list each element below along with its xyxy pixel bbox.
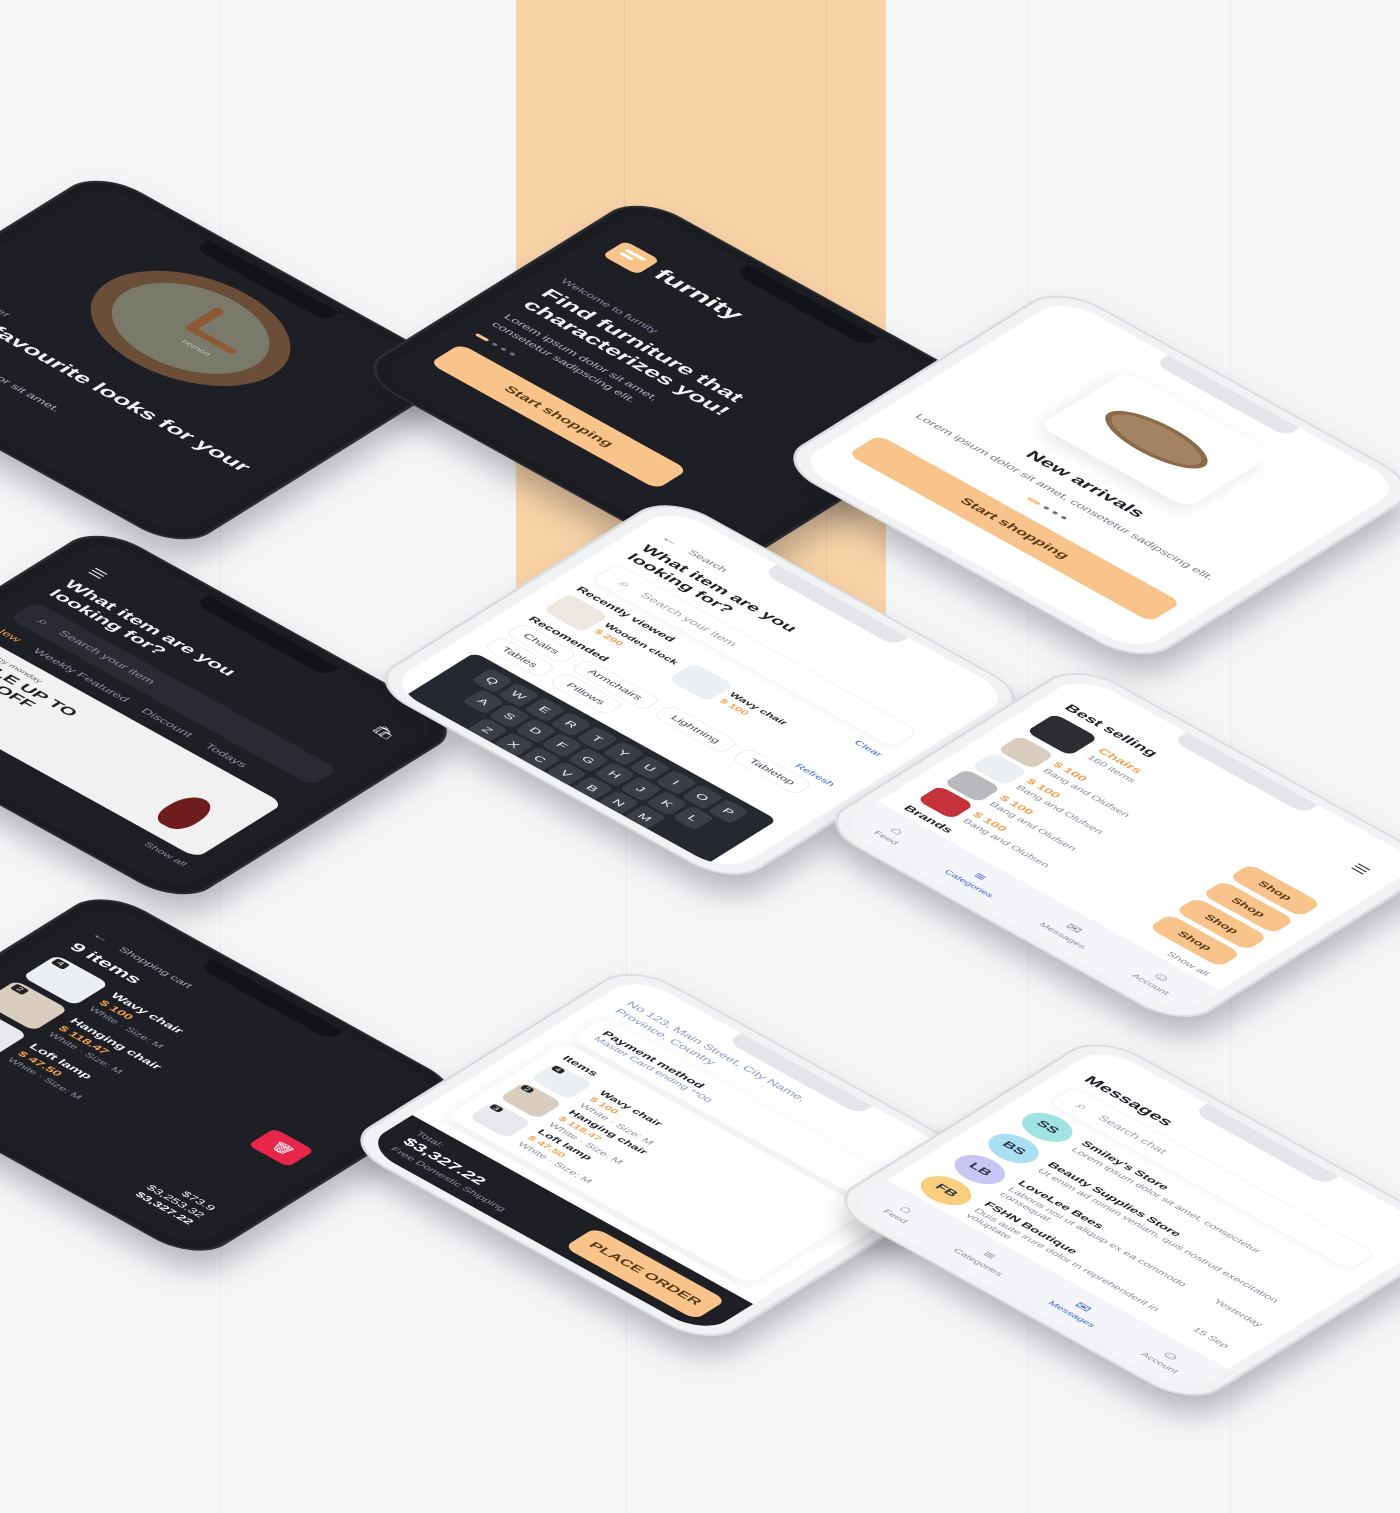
nav-account[interactable]: ☺ Account <box>1129 964 1185 996</box>
phone-cart: ← Shopping cart 9 items 4 Wavy chair $ 10… <box>0 887 471 1263</box>
phone-messages: Messages ⌕ Search chat SS Smiley's Store L… <box>824 1032 1400 1408</box>
nav-feed[interactable]: ⌂ Feed <box>881 1200 924 1225</box>
search-icon: ⌕ <box>33 615 54 628</box>
brand-name: furnity <box>648 266 749 324</box>
trash-icon: 🗑 <box>266 1139 299 1158</box>
cart-icon[interactable]: 🛍 <box>368 723 400 741</box>
back-arrow-icon[interactable]: ← <box>87 929 116 946</box>
basket-image <box>1038 371 1275 509</box>
chat-time: 15 Sep <box>1190 1325 1232 1350</box>
back-arrow-icon[interactable]: ← <box>656 532 685 549</box>
qty-badge: 3 <box>488 1103 505 1113</box>
menu-icon[interactable]: ☰ <box>1346 860 1375 877</box>
nav-account[interactable]: ☺ Account <box>1138 1343 1194 1375</box>
chat-time: Yesterday <box>1211 1297 1266 1329</box>
furnity-logo-icon <box>601 240 661 275</box>
qty-badge: 2 <box>519 1084 535 1094</box>
menu-icon[interactable]: ☰ <box>83 565 112 582</box>
qty-badge: 2 <box>9 983 29 996</box>
search-icon: ⌕ <box>1072 1100 1093 1113</box>
nav-feed[interactable]: ⌂ Feed <box>871 821 914 846</box>
qty-badge: 4 <box>50 958 70 970</box>
cart-totals: $73.9 $3,253.32 $3,327.22 <box>133 1176 219 1226</box>
phone-home: ☰ 🛍 What item are you looking for? ⌕ Sea… <box>0 524 467 906</box>
search-icon: ⌕ <box>615 577 636 591</box>
qty-badge: 4 <box>550 1065 566 1075</box>
nav-categories[interactable]: ≡ Categories <box>942 860 1009 899</box>
enter-key[interactable]: ✓ <box>603 830 660 864</box>
gif-key[interactable]: GIF <box>452 748 503 778</box>
tab-new[interactable]: New <box>0 624 24 643</box>
nav-messages[interactable]: ✉ Messages <box>1037 913 1102 950</box>
